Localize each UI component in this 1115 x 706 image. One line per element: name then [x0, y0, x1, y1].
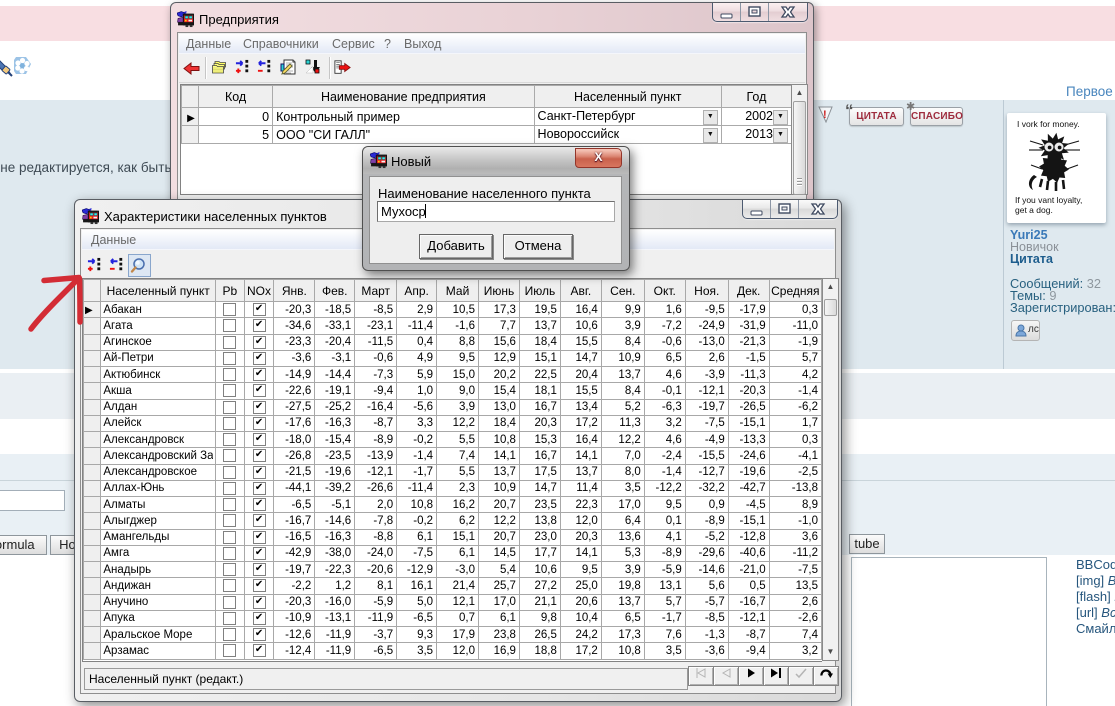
svg-text:!: !	[823, 109, 827, 121]
